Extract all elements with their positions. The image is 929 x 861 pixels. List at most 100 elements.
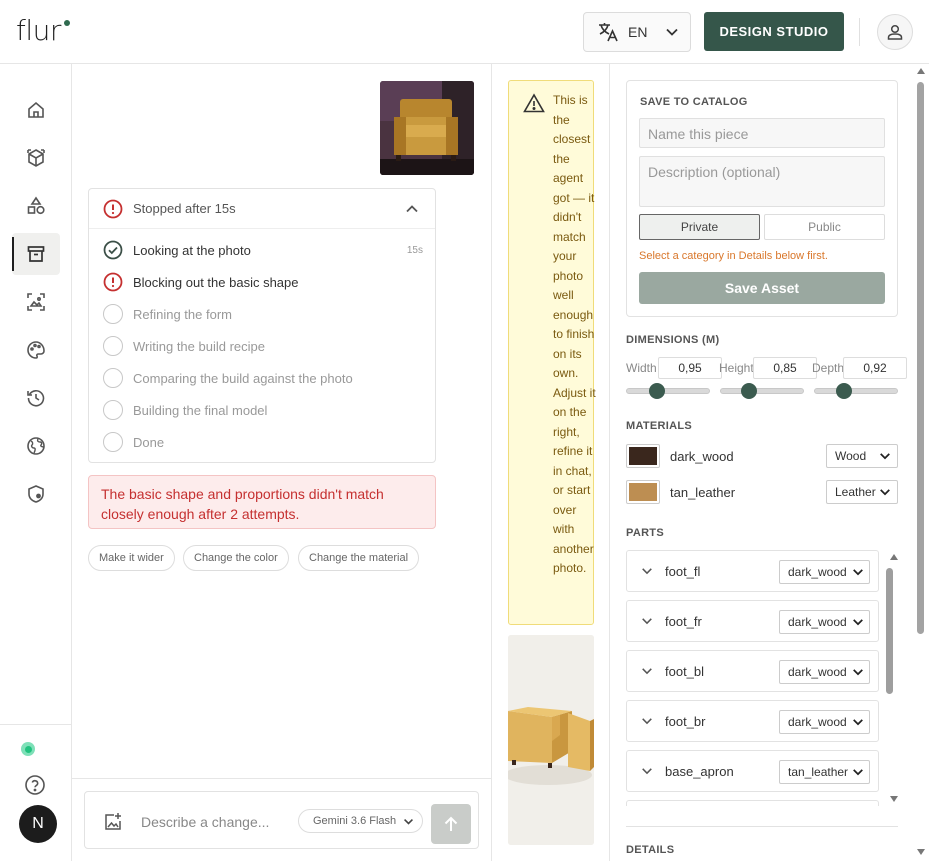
panel-scrollbar[interactable] xyxy=(913,64,929,861)
scroll-down-arrow[interactable] xyxy=(890,796,898,802)
width-slider-knob[interactable] xyxy=(649,383,666,399)
part-row[interactable]: foot_fr dark_wood xyxy=(626,600,879,642)
width-input[interactable]: 0,95 xyxy=(658,357,722,379)
design-studio-button[interactable]: DESIGN STUDIO xyxy=(704,12,844,51)
language-label: EN xyxy=(628,24,648,40)
part-material-value: dark_wood xyxy=(788,665,847,679)
chevron-down-icon xyxy=(853,769,863,776)
sidebar-item-images[interactable] xyxy=(12,281,60,323)
chevron-down-icon xyxy=(853,719,863,726)
sidebar-item-catalog[interactable] xyxy=(12,233,60,275)
chevron-down-icon[interactable] xyxy=(641,765,653,777)
user-icon xyxy=(887,24,903,40)
image-frame-icon xyxy=(27,293,45,311)
help-icon[interactable] xyxy=(24,774,46,796)
armchair-photo-image xyxy=(380,81,474,175)
part-row[interactable]: foot_fl dark_wood xyxy=(626,550,879,592)
part-material-select[interactable]: tan_leather xyxy=(779,760,870,784)
material-type-select[interactable]: Leather xyxy=(826,480,898,504)
depth-slider[interactable] xyxy=(814,383,898,399)
armchair-3d-render xyxy=(508,635,594,845)
send-button[interactable] xyxy=(431,804,471,844)
sidebar-item-community[interactable] xyxy=(12,425,60,467)
scroll-up-arrow[interactable] xyxy=(917,68,925,74)
part-material-select[interactable]: dark_wood xyxy=(779,610,870,634)
part-material-select[interactable]: dark_wood xyxy=(779,560,870,584)
error-circle-icon xyxy=(103,199,123,218)
sidebar-item-admin[interactable] xyxy=(12,473,60,515)
chevron-down-icon[interactable] xyxy=(641,665,653,677)
progress-step: Blocking out the basic shape xyxy=(89,266,435,298)
pending-circle-icon xyxy=(103,400,123,420)
archive-icon xyxy=(27,246,45,262)
uploaded-photo[interactable] xyxy=(380,81,474,175)
part-row[interactable]: foot_bl dark_wood xyxy=(626,650,879,692)
chevron-down-icon[interactable] xyxy=(641,615,653,627)
user-menu-button[interactable] xyxy=(877,14,913,50)
details-title: DETAILS xyxy=(626,844,675,856)
step-label: Looking at the photo xyxy=(133,242,251,258)
width-slider[interactable] xyxy=(626,383,710,399)
sidebar-item-home[interactable] xyxy=(12,89,60,131)
sidebar-item-models[interactable] xyxy=(12,137,60,179)
progress-title: Stopped after 15s xyxy=(133,201,236,216)
material-name: tan_leather xyxy=(670,484,736,500)
arrow-up-icon xyxy=(444,816,458,831)
height-slider[interactable] xyxy=(720,383,804,399)
parts-scrollbar[interactable] xyxy=(886,554,898,804)
suggestion-chip-material[interactable]: Change the material xyxy=(298,545,420,571)
model-select[interactable]: Gemini 3.6 Flash xyxy=(298,809,423,833)
part-row[interactable]: foot_br dark_wood xyxy=(626,700,879,742)
add-image-icon[interactable] xyxy=(103,812,123,832)
panel-scrollbar-thumb[interactable] xyxy=(917,82,924,634)
model-select-value: Gemini 3.6 Flash xyxy=(313,815,397,827)
sidebar-item-palette[interactable] xyxy=(12,329,60,371)
description-textarea[interactable]: Description (optional) xyxy=(639,156,885,207)
scroll-down-arrow[interactable] xyxy=(917,849,925,855)
model-preview-viewport[interactable] xyxy=(508,635,594,845)
chevron-down-icon xyxy=(404,818,413,825)
chevron-down-icon[interactable] xyxy=(641,715,653,727)
height-slider-knob[interactable] xyxy=(740,383,757,399)
material-color xyxy=(629,483,657,501)
part-material-value: dark_wood xyxy=(788,565,847,579)
material-type-value: Leather xyxy=(835,485,876,499)
top-bar: flur EN DESIGN STUDIO xyxy=(0,0,929,64)
part-material-value: tan_leather xyxy=(788,765,849,779)
part-material-select[interactable]: dark_wood xyxy=(779,660,870,684)
step-label: Building the final model xyxy=(133,402,268,418)
chevron-up-icon[interactable] xyxy=(405,202,419,216)
properties-panel: SAVE TO CATALOG Name this piece Descript… xyxy=(610,64,929,861)
sidebar-item-history[interactable] xyxy=(12,377,60,419)
part-name: foot_br xyxy=(665,713,706,729)
depth-slider-knob[interactable] xyxy=(835,383,852,399)
height-input[interactable]: 0,85 xyxy=(753,357,817,379)
suggestion-chip-color[interactable]: Change the color xyxy=(183,545,289,571)
part-row[interactable]: base_apron tan_leather xyxy=(626,750,879,792)
step-label: Done xyxy=(133,434,165,450)
part-material-select[interactable]: dark_wood xyxy=(779,710,870,734)
progress-header[interactable]: Stopped after 15s xyxy=(89,189,435,229)
visibility-private-button[interactable]: Private xyxy=(639,214,760,240)
pending-circle-icon xyxy=(103,368,123,388)
chevron-down-icon[interactable] xyxy=(641,565,653,577)
chevron-down-icon xyxy=(853,619,863,626)
depth-input[interactable]: 0,92 xyxy=(843,357,907,379)
chat-input[interactable]: Describe a change... xyxy=(141,814,269,830)
scroll-up-arrow[interactable] xyxy=(890,554,898,560)
part-row[interactable] xyxy=(626,800,879,806)
material-swatch[interactable] xyxy=(626,444,660,468)
width-label: Width xyxy=(626,361,657,375)
language-selector[interactable]: EN xyxy=(583,12,691,52)
sidebar-item-shapes[interactable] xyxy=(12,185,60,227)
visibility-public-button[interactable]: Public xyxy=(764,214,885,240)
avatar[interactable]: N xyxy=(19,805,57,843)
suggestion-chip-wider[interactable]: Make it wider xyxy=(88,545,175,571)
pending-circle-icon xyxy=(103,432,123,452)
piece-name-input[interactable]: Name this piece xyxy=(639,118,885,148)
parts-scrollbar-thumb[interactable] xyxy=(886,568,893,694)
material-swatch[interactable] xyxy=(626,480,660,504)
save-asset-button[interactable]: Save Asset xyxy=(639,272,885,304)
material-type-select[interactable]: Wood xyxy=(826,444,898,468)
logo[interactable]: flur xyxy=(16,14,61,47)
